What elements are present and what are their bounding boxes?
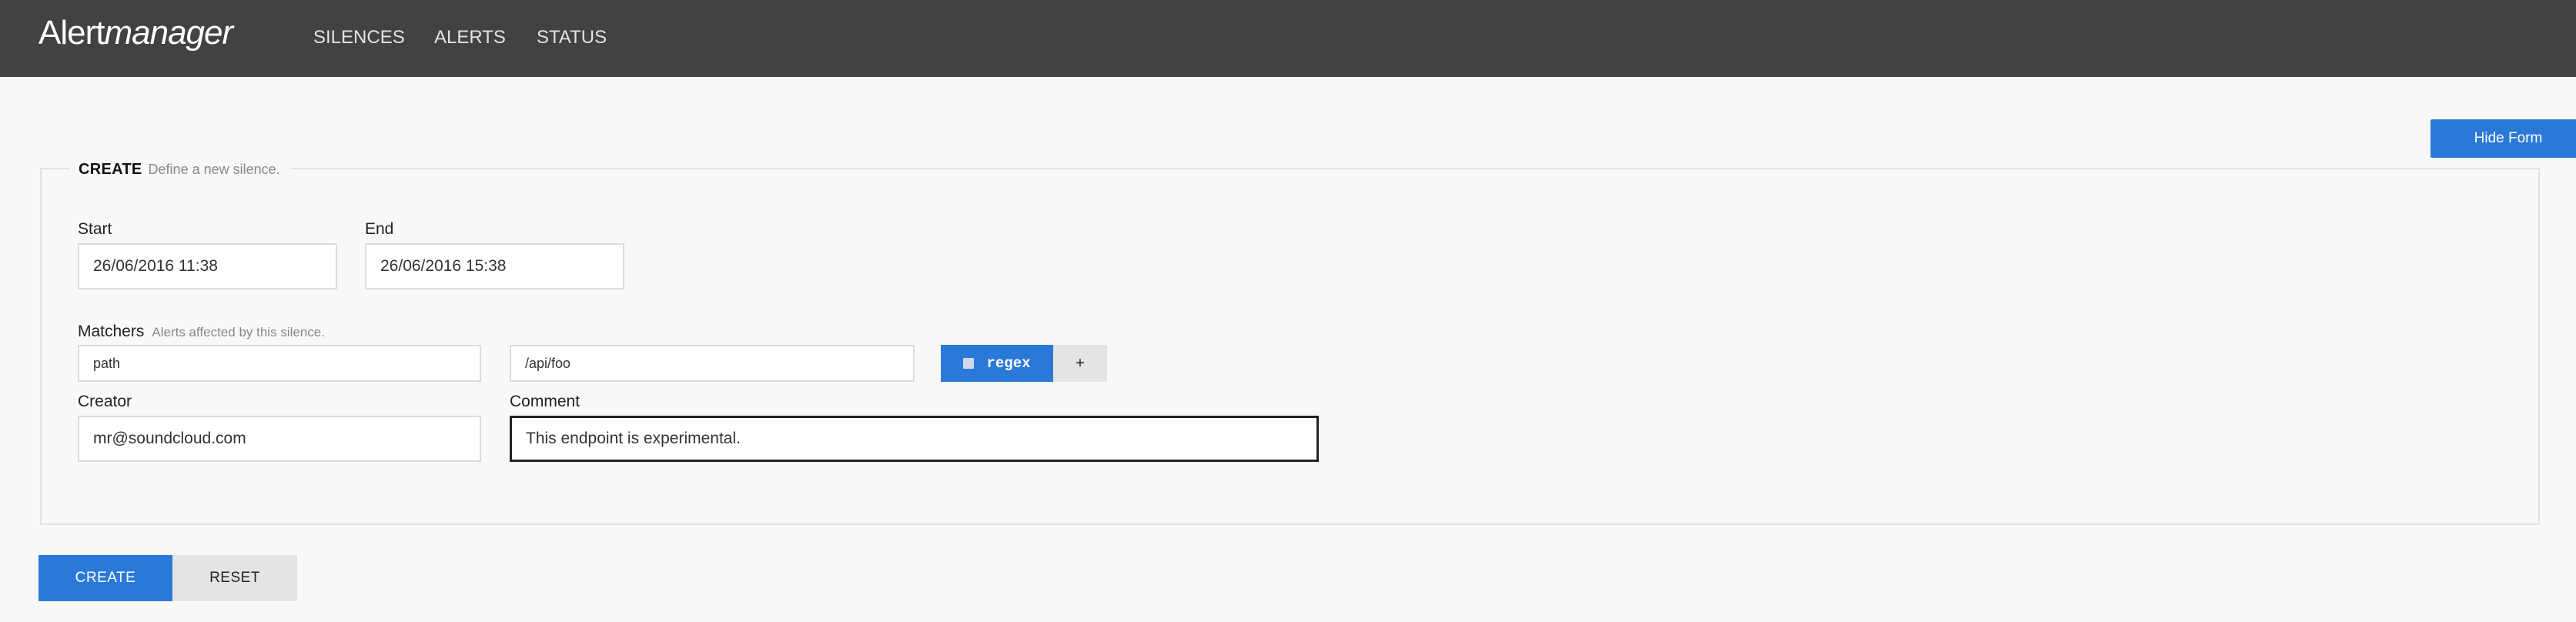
creator-input[interactable] [78, 416, 481, 462]
brand-part-manager: manager [104, 14, 233, 52]
regex-label: regex [986, 355, 1031, 372]
form-title: CREATE [79, 161, 142, 178]
reset-button[interactable]: RESET [172, 555, 297, 601]
comment-label: Comment [510, 393, 580, 410]
nav-alerts[interactable]: ALERTS [434, 27, 506, 48]
form-legend: CREATE Define a new silence. [69, 161, 291, 179]
matcher-value-input[interactable] [510, 345, 915, 382]
brand-logo[interactable]: Alertmanager [38, 14, 233, 52]
create-button[interactable]: CREATE [38, 555, 172, 601]
creator-label: Creator [78, 393, 132, 410]
nav-status[interactable]: STATUS [537, 27, 607, 48]
matchers-label: Matchers Alerts affected by this silence. [78, 323, 325, 341]
regex-toggle-button[interactable]: regex [941, 345, 1053, 382]
comment-input[interactable] [510, 416, 1319, 462]
matchers-label-text: Matchers [78, 323, 145, 340]
form-subtitle: Define a new silence. [148, 162, 280, 177]
matcher-name-input[interactable] [78, 345, 481, 382]
end-input[interactable] [365, 243, 624, 289]
regex-checkbox-icon [963, 358, 975, 369]
top-navbar: Alertmanager SILENCES ALERTS STATUS [0, 0, 2576, 77]
end-label: End [365, 220, 394, 238]
hide-form-button[interactable]: Hide Form [2430, 119, 2576, 158]
start-label: Start [78, 220, 112, 238]
brand-part-alert: Alert [38, 14, 105, 52]
nav-silences[interactable]: SILENCES [313, 27, 405, 48]
matchers-hint: Alerts affected by this silence. [152, 325, 325, 339]
start-input[interactable] [78, 243, 337, 289]
add-matcher-button[interactable]: + [1053, 345, 1107, 382]
